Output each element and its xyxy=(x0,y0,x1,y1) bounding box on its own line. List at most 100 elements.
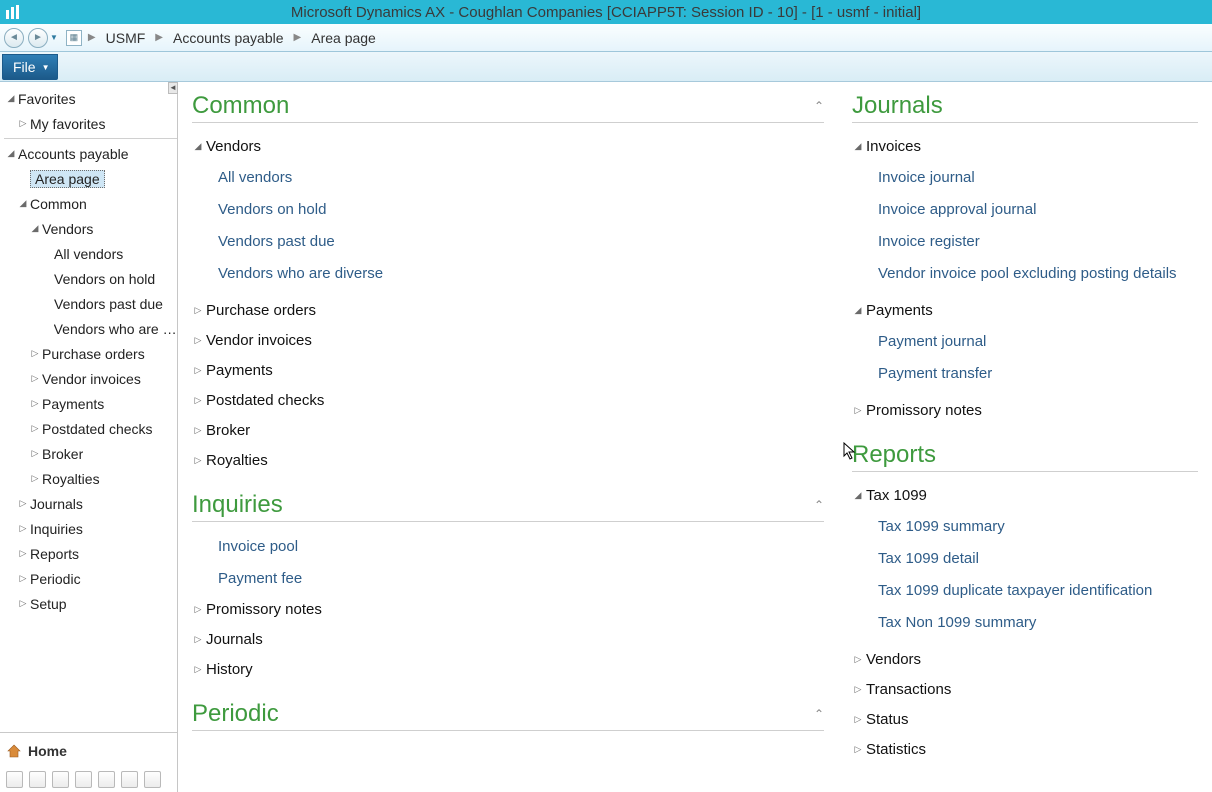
tree-accounts-payable[interactable]: ◢Accounts payable xyxy=(4,141,177,166)
link-payment-transfer[interactable]: Payment transfer xyxy=(852,357,1198,389)
breadcrumb-page[interactable]: Area page xyxy=(307,30,380,46)
group-payments[interactable]: ▷Payments xyxy=(192,355,824,385)
content-right-column: Journals ◢Invoices Invoice journal Invoi… xyxy=(838,82,1212,792)
group-report-status[interactable]: ▷Status xyxy=(852,704,1198,734)
tree-all-vendors[interactable]: All vendors xyxy=(4,241,177,266)
module-icon-strip xyxy=(6,771,171,788)
chevron-up-icon: ⌃ xyxy=(814,498,824,512)
group-tax-1099[interactable]: ◢Tax 1099 xyxy=(852,480,1198,510)
chevron-up-icon: ⌃ xyxy=(814,99,824,113)
group-report-vendors[interactable]: ▷Vendors xyxy=(852,644,1198,674)
section-common-title: Common xyxy=(192,92,814,120)
group-purchase-orders[interactable]: ▷Purchase orders xyxy=(192,295,824,325)
tree-purchase-orders[interactable]: ▷Purchase orders xyxy=(4,341,177,366)
module-shortcut-1[interactable] xyxy=(6,771,23,788)
tree-payments[interactable]: ▷Payments xyxy=(4,391,177,416)
group-vendors[interactable]: ◢Vendors xyxy=(192,131,824,161)
tree-my-favorites[interactable]: ▷My favorites xyxy=(4,111,177,136)
chevron-down-icon: ▼ xyxy=(42,63,50,72)
tree-broker[interactable]: ▷Broker xyxy=(4,441,177,466)
link-invoice-register[interactable]: Invoice register xyxy=(852,225,1198,257)
chevron-up-icon: ⌃ xyxy=(814,707,824,721)
tree-common[interactable]: ◢Common xyxy=(4,191,177,216)
link-vendors-on-hold[interactable]: Vendors on hold xyxy=(192,193,824,225)
module-shortcut-5[interactable] xyxy=(98,771,115,788)
link-payment-fee[interactable]: Payment fee xyxy=(192,562,824,594)
module-shortcut-7[interactable] xyxy=(144,771,161,788)
tree-inquiries[interactable]: ▷Inquiries xyxy=(4,516,177,541)
group-royalties[interactable]: ▷Royalties xyxy=(192,445,824,475)
file-menu-label: File xyxy=(13,59,36,75)
section-journals-header[interactable]: Journals xyxy=(852,92,1198,123)
home-button[interactable]: Home xyxy=(6,739,171,763)
sidebar-collapse-handle[interactable]: ◄ xyxy=(168,82,178,94)
section-reports-header[interactable]: Reports xyxy=(852,441,1198,472)
nav-back-button[interactable]: ◄ xyxy=(4,28,24,48)
group-promissory-notes[interactable]: ▷Promissory notes xyxy=(192,594,824,624)
tree-vendors-diverse[interactable]: Vendors who are d... xyxy=(4,316,177,341)
tree-setup[interactable]: ▷Setup xyxy=(4,591,177,616)
navigation-sidebar: ◄ ◢Favorites ▷My favorites ◢Accounts pay… xyxy=(0,82,178,792)
link-tax-1099-summary[interactable]: Tax 1099 summary xyxy=(852,510,1198,542)
group-jrnl-payments[interactable]: ◢Payments xyxy=(852,295,1198,325)
tree-area-page[interactable]: Area page xyxy=(4,166,177,191)
group-vendor-invoices[interactable]: ▷Vendor invoices xyxy=(192,325,824,355)
tree-reports[interactable]: ▷Reports xyxy=(4,541,177,566)
link-vendors-past-due[interactable]: Vendors past due xyxy=(192,225,824,257)
section-periodic-header[interactable]: Periodic ⌃ xyxy=(192,700,824,731)
tree-favorites[interactable]: ◢Favorites xyxy=(4,86,177,111)
tree-journals[interactable]: ▷Journals xyxy=(4,491,177,516)
link-all-vendors[interactable]: All vendors xyxy=(192,161,824,193)
group-invoices[interactable]: ◢Invoices xyxy=(852,131,1198,161)
link-invoice-approval-journal[interactable]: Invoice approval journal xyxy=(852,193,1198,225)
breadcrumb-company[interactable]: USMF xyxy=(102,30,150,46)
nav-history-dropdown[interactable]: ▼ xyxy=(50,33,58,42)
module-shortcut-6[interactable] xyxy=(121,771,138,788)
group-inq-journals[interactable]: ▷Journals xyxy=(192,624,824,654)
group-report-statistics[interactable]: ▷Statistics xyxy=(852,734,1198,764)
link-payment-journal[interactable]: Payment journal xyxy=(852,325,1198,357)
home-icon xyxy=(6,743,22,759)
tree-royalties[interactable]: ▷Royalties xyxy=(4,466,177,491)
group-history[interactable]: ▷History xyxy=(192,654,824,684)
group-broker[interactable]: ▷Broker xyxy=(192,415,824,445)
breadcrumb-separator: ▶ xyxy=(153,32,165,43)
link-tax-1099-detail[interactable]: Tax 1099 detail xyxy=(852,542,1198,574)
tree-vendors[interactable]: ◢Vendors xyxy=(4,216,177,241)
tree-vendors-past-due[interactable]: Vendors past due xyxy=(4,291,177,316)
breadcrumb-module[interactable]: Accounts payable xyxy=(169,30,288,46)
module-shortcut-3[interactable] xyxy=(52,771,69,788)
module-shortcut-4[interactable] xyxy=(75,771,92,788)
module-shortcut-2[interactable] xyxy=(29,771,46,788)
section-journals-title: Journals xyxy=(852,92,1198,120)
link-tax-non-1099-summary[interactable]: Tax Non 1099 summary xyxy=(852,606,1198,638)
content-left-column: Common ⌃ ◢Vendors All vendors Vendors on… xyxy=(178,82,838,792)
tree-postdated-checks[interactable]: ▷Postdated checks xyxy=(4,416,177,441)
section-inquiries-title: Inquiries xyxy=(192,491,814,519)
group-report-transactions[interactable]: ▷Transactions xyxy=(852,674,1198,704)
group-jrnl-promissory[interactable]: ▷Promissory notes xyxy=(852,395,1198,425)
section-inquiries-header[interactable]: Inquiries ⌃ xyxy=(192,491,824,522)
home-label: Home xyxy=(28,743,67,759)
link-vendor-invoice-pool[interactable]: Vendor invoice pool excluding posting de… xyxy=(852,257,1198,289)
link-invoice-pool[interactable]: Invoice pool xyxy=(192,530,824,562)
section-common-header[interactable]: Common ⌃ xyxy=(192,92,824,123)
link-invoice-journal[interactable]: Invoice journal xyxy=(852,161,1198,193)
area-page-content: Common ⌃ ◢Vendors All vendors Vendors on… xyxy=(178,82,1212,792)
file-menu-button[interactable]: File ▼ xyxy=(2,54,58,80)
tree-periodic[interactable]: ▷Periodic xyxy=(4,566,177,591)
window-title: Microsoft Dynamics AX - Coughlan Compani… xyxy=(0,4,1212,21)
title-bar: Microsoft Dynamics AX - Coughlan Compani… xyxy=(0,0,1212,24)
ribbon-bar: File ▼ xyxy=(0,52,1212,82)
link-vendors-diverse[interactable]: Vendors who are diverse xyxy=(192,257,824,289)
section-reports-title: Reports xyxy=(852,441,1198,469)
view-grid-icon[interactable]: ▦ xyxy=(66,30,82,46)
breadcrumb-separator: ▶ xyxy=(86,32,98,43)
group-postdated-checks[interactable]: ▷Postdated checks xyxy=(192,385,824,415)
link-tax-1099-duplicate[interactable]: Tax 1099 duplicate taxpayer identificati… xyxy=(852,574,1198,606)
tree-vendors-on-hold[interactable]: Vendors on hold xyxy=(4,266,177,291)
nav-forward-button[interactable]: ► xyxy=(28,28,48,48)
breadcrumb-separator: ▶ xyxy=(292,32,304,43)
sidebar-bottom-panel: Home xyxy=(0,732,177,792)
tree-vendor-invoices[interactable]: ▷Vendor invoices xyxy=(4,366,177,391)
